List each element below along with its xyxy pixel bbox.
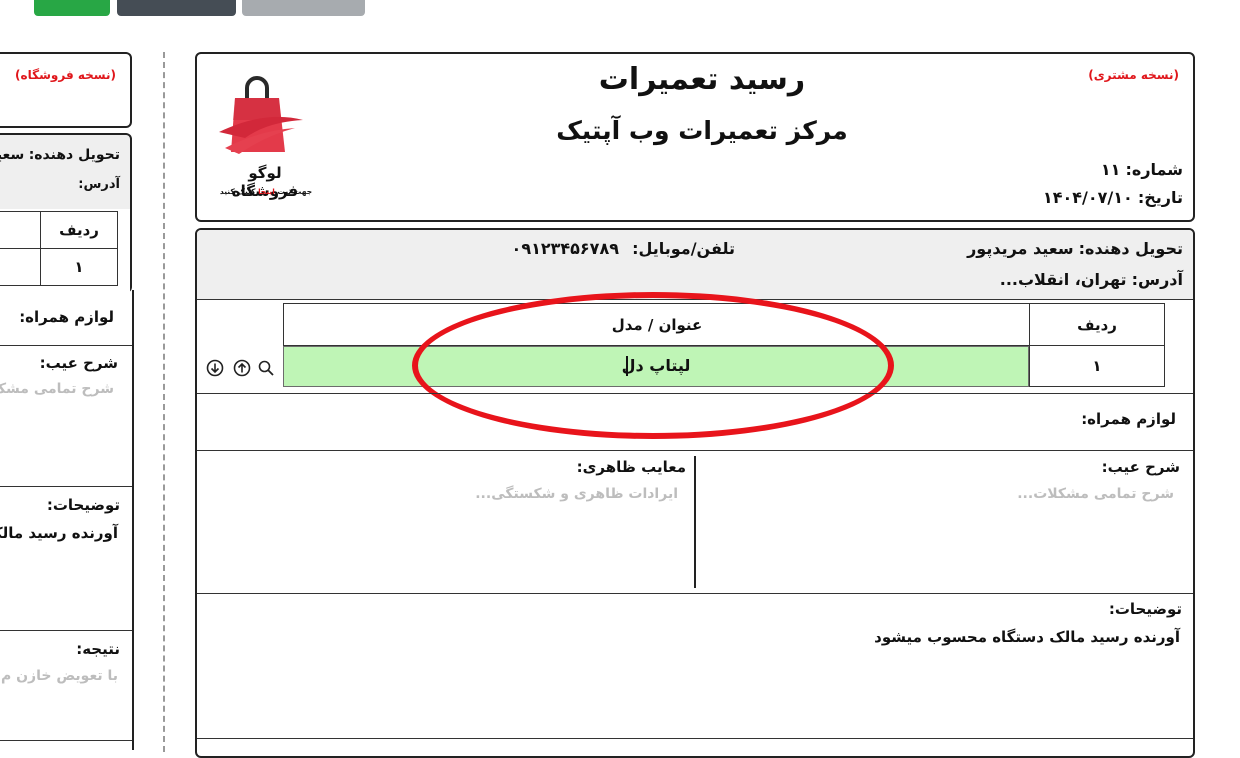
store-result-input[interactable]: با تعویض خازن م — [1, 668, 118, 684]
notes-label: توضیحات: — [1108, 600, 1182, 618]
customer-copy-label: (نسخه مشتری) — [1088, 68, 1179, 82]
defect-input[interactable]: شرح تمامی مشکلات... — [1017, 486, 1174, 502]
receipt-date: تاریخ: ۱۴۰۴/۰۷/۱۰ — [1042, 188, 1183, 207]
store-deliverer: تحویل دهنده: سعید — [0, 147, 120, 163]
accessories-input[interactable] — [197, 396, 1097, 448]
store-result-label: نتیجه: — [76, 640, 120, 658]
store-header-panel: (نسخه فروشگاه) — [0, 52, 132, 128]
store-col-row: ردیف — [40, 211, 118, 249]
receipt-number: شماره: ۱۱ — [1100, 160, 1183, 179]
store-address-label: آدرس: — [78, 177, 120, 192]
store-customer-panel: تحویل دهنده: سعید آدرس: ردیف ۱ — [0, 133, 132, 293]
logo-caption[interactable]: جهت ثبت اینجا کلیک کنید — [211, 187, 321, 196]
address-field: آدرس: تهران، انقلاب... — [999, 270, 1183, 289]
store-row-index: ۱ — [40, 248, 118, 286]
toolbar-gray-button[interactable] — [242, 0, 365, 16]
appearance-label: معایب ظاهری: — [576, 458, 686, 476]
notes-value[interactable]: آورنده رسید مالک دستگاه محسوب میشود — [874, 628, 1180, 646]
item-title-input[interactable]: لپتاپ دل — [283, 346, 1029, 387]
customer-info: تحویل دهنده: سعید مریدپور تلفن/موبایل: ۰… — [197, 230, 1193, 300]
store-defect-input[interactable]: شرح تمامی مشک — [0, 381, 114, 397]
search-icon[interactable] — [257, 359, 275, 377]
receipt-title: رسید تعمیرات — [598, 62, 806, 97]
row-index: ۱ — [1029, 345, 1165, 387]
text-cursor — [626, 356, 628, 376]
phone-field: تلفن/موبایل: ۰۹۱۲۳۴۵۶۷۸۹ — [511, 239, 735, 258]
arrow-down-circle-icon[interactable] — [206, 359, 224, 377]
receipt-subtitle: مرکز تعمیرات وب آپتیک — [556, 116, 848, 145]
shopping-bag-logo-icon — [219, 76, 303, 154]
appearance-input[interactable]: ایرادات ظاهری و شکستگی... — [475, 486, 678, 502]
store-copy-label: (نسخه فروشگاه) — [15, 68, 116, 82]
store-accessories-label: لوازم همراه: — [19, 308, 114, 326]
defect-divider — [694, 456, 696, 588]
copy-separator — [163, 52, 165, 752]
receipt-header-panel: (نسخه مشتری) رسید تعمیرات مرکز تعمیرات و… — [195, 52, 1195, 222]
store-notes-value: آورنده رسید مالک — [0, 524, 118, 542]
store-defect-label: شرح عیب: — [39, 354, 118, 372]
col-header-row: ردیف — [1029, 303, 1165, 346]
toolbar-green-button[interactable] — [34, 0, 110, 16]
defect-label: شرح عیب: — [1101, 458, 1180, 476]
store-body: لوازم همراه: شرح عیب: شرح تمامی مشک توضی… — [0, 290, 134, 750]
store-logo[interactable] — [215, 70, 315, 166]
store-notes-label: توضیحات: — [46, 496, 120, 514]
deliverer-field: تحویل دهنده: سعید مریدپور — [967, 239, 1183, 258]
toolbar-dark-button[interactable] — [117, 0, 236, 16]
arrow-up-circle-icon[interactable] — [233, 359, 251, 377]
col-header-title: عنوان / مدل — [283, 303, 1031, 346]
